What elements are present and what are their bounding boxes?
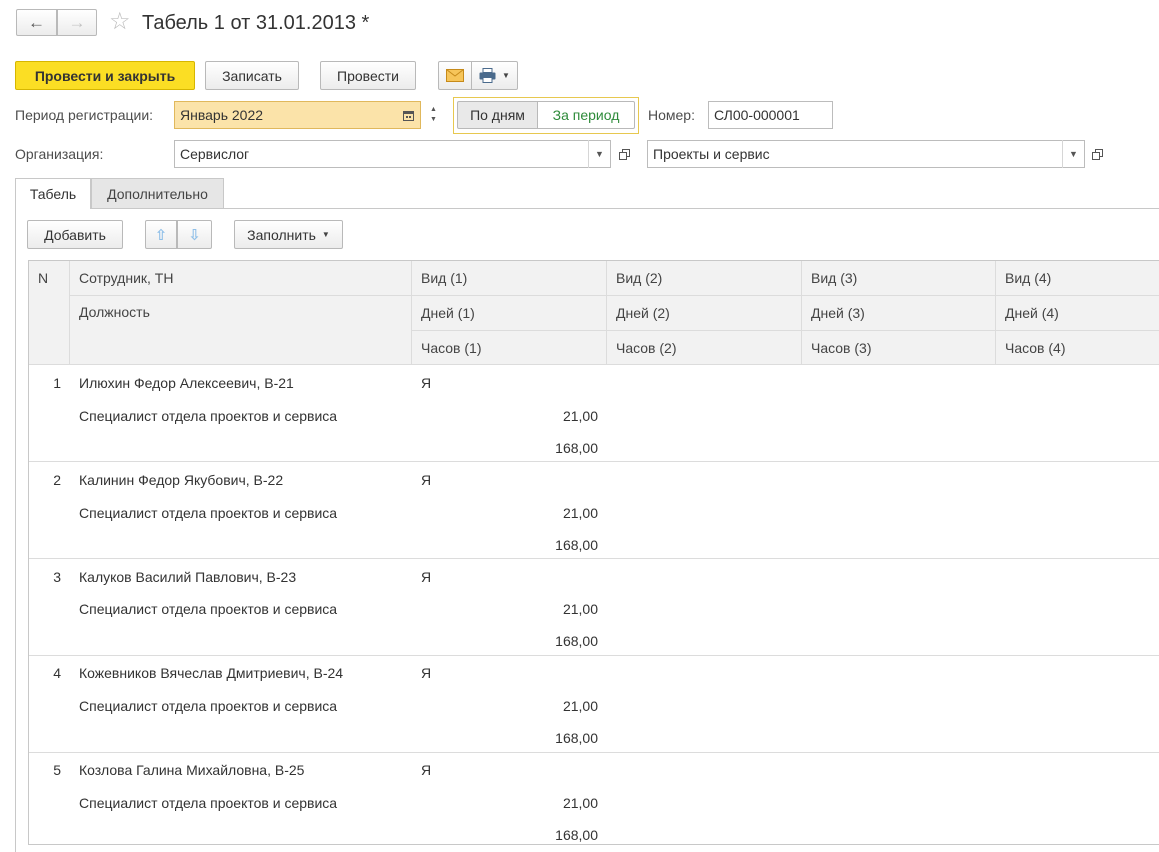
row-hours: 168,00 (555, 537, 598, 553)
fill-label: Заполнить (247, 226, 316, 243)
department-field[interactable]: Проекты и сервис (647, 140, 1085, 168)
row-hours: 168,00 (555, 440, 598, 456)
post-button[interactable]: Провести (320, 61, 416, 90)
department-open-icon[interactable] (1086, 142, 1108, 166)
row-days: 21,00 (562, 698, 598, 714)
add-button[interactable]: Добавить (27, 220, 123, 249)
envelope-icon (446, 69, 464, 82)
save-button[interactable]: Записать (205, 61, 299, 90)
row-employee: Илюхин Федор Алексеевич, В-21 (79, 375, 294, 391)
header-employee: Сотрудник, ТН (70, 261, 412, 296)
row-days: 21,00 (562, 601, 598, 617)
header-hours-4: Часов (4) (996, 331, 1159, 365)
organization-value: Сервислог (180, 146, 250, 162)
header-hours-2: Часов (2) (607, 331, 802, 365)
header-hours-3: Часов (3) (802, 331, 996, 365)
row-hours: 168,00 (555, 633, 598, 649)
tab-panel-left-border (15, 208, 16, 852)
header-days-4: Дней (4) (996, 296, 1159, 331)
header-kind-2: Вид (2) (607, 261, 802, 296)
row-employee: Кожевников Вячеслав Дмитриевич, В-24 (79, 665, 344, 681)
fill-menu-button[interactable]: Заполнить ▼ (234, 220, 343, 249)
row-position: Специалист отдела проектов и сервиса (79, 408, 338, 424)
calendar-icon[interactable] (397, 101, 419, 129)
row-position: Специалист отдела проектов и сервиса (79, 601, 338, 617)
row-position: Специалист отдела проектов и сервиса (79, 795, 338, 811)
row-hours: 168,00 (555, 827, 598, 843)
row-number: 1 (53, 375, 61, 391)
row-hours: 168,00 (555, 730, 598, 746)
row-number: 5 (53, 762, 61, 778)
row-kind: Я (421, 472, 432, 488)
header-days-3: Дней (3) (802, 296, 996, 331)
organization-field[interactable]: Сервислог (174, 140, 611, 168)
arrow-left-icon: ← (28, 12, 45, 32)
tab-label: Дополнительно (107, 185, 208, 202)
organization-dropdown-icon[interactable]: ▼ (588, 140, 610, 168)
chevron-down-icon: ▼ (502, 71, 510, 80)
back-button[interactable]: ← (16, 9, 57, 36)
favorite-star-icon[interactable]: ☆ (109, 8, 131, 36)
page-title: Табель 1 от 31.01.2013 * (142, 12, 370, 34)
table-row[interactable]: 2 Калинин Федор Якубович, В-22 Специалис… (29, 462, 1159, 559)
row-employee: Калуков Василий Павлович, В-23 (79, 569, 297, 585)
number-value: СЛ00-000001 (714, 107, 800, 123)
row-employee: Калинин Федор Якубович, В-22 (79, 472, 284, 488)
row-position: Специалист отдела проектов и сервиса (79, 698, 338, 714)
organization-open-icon[interactable] (613, 142, 635, 166)
department-dropdown-icon[interactable]: ▼ (1062, 140, 1084, 168)
row-position: Специалист отдела проектов и сервиса (79, 505, 338, 521)
arrow-up-icon: ⇧ (154, 226, 168, 244)
arrow-right-icon: → (68, 12, 86, 32)
header-hours-1: Часов (1) (412, 331, 607, 365)
move-down-button[interactable]: ⇩ (177, 220, 212, 249)
row-employee: Козлова Галина Михайловна, В-25 (79, 762, 305, 778)
organization-label: Организация: (15, 146, 104, 162)
header-kind-3: Вид (3) (802, 261, 996, 296)
forward-button[interactable]: → (57, 9, 97, 36)
header-kind-4: Вид (4) (996, 261, 1159, 296)
row-kind: Я (421, 665, 432, 681)
print-menu-button[interactable]: ▼ (471, 61, 518, 90)
table-row[interactable]: 5 Козлова Галина Михайловна, В-25 Специа… (29, 752, 1159, 844)
table-row[interactable]: 3 Калуков Василий Павлович, В-23 Специал… (29, 559, 1159, 656)
timesheet-table: N Сотрудник, ТН Должность Вид (1) Дней (… (28, 260, 1159, 845)
period-value: Январь 2022 (180, 107, 264, 123)
department-value: Проекты и сервис (653, 146, 770, 162)
table-row[interactable]: 4 Кожевников Вячеслав Дмитриевич, В-24 С… (29, 655, 1159, 753)
row-number: 4 (53, 665, 61, 681)
printer-icon (479, 68, 496, 83)
tab-label: Табель (29, 186, 77, 202)
tabs-baseline (15, 208, 1159, 209)
header-kind-1: Вид (1) (412, 261, 607, 296)
row-number: 2 (53, 472, 61, 488)
row-days: 21,00 (562, 408, 598, 424)
arrow-down-icon: ⇩ (188, 226, 201, 244)
move-up-button[interactable]: ⇧ (145, 220, 177, 249)
stepper-down-icon[interactable]: ▼ (430, 115, 437, 125)
number-label: Номер: (648, 107, 695, 123)
row-kind: Я (421, 375, 432, 391)
mode-by-days-button[interactable]: По дням (457, 101, 538, 129)
row-number: 3 (53, 569, 61, 585)
number-field[interactable]: СЛ00-000001 (708, 101, 833, 129)
row-days: 21,00 (562, 505, 598, 521)
table-row[interactable]: 1 Илюхин Федор Алексеевич, В-21 Специали… (29, 365, 1159, 462)
period-stepper[interactable]: ▲ ▼ (420, 101, 446, 129)
email-button[interactable] (438, 61, 472, 90)
row-days: 21,00 (562, 795, 598, 811)
header-n: N (29, 261, 70, 365)
header-days-2: Дней (2) (607, 296, 802, 331)
tab-tabel[interactable]: Табель (15, 178, 91, 209)
chevron-down-icon: ▼ (321, 230, 330, 239)
row-kind: Я (421, 569, 432, 585)
post-and-close-button[interactable]: Провести и закрыть (15, 61, 195, 90)
header-position: Должность (70, 296, 412, 365)
row-kind: Я (421, 762, 432, 778)
tab-additional[interactable]: Дополнительно (91, 178, 224, 208)
stepper-up-icon[interactable]: ▲ (430, 105, 437, 115)
period-label: Период регистрации: (15, 107, 154, 123)
header-days-1: Дней (1) (412, 296, 607, 331)
mode-for-period-button[interactable]: За период (537, 101, 635, 129)
